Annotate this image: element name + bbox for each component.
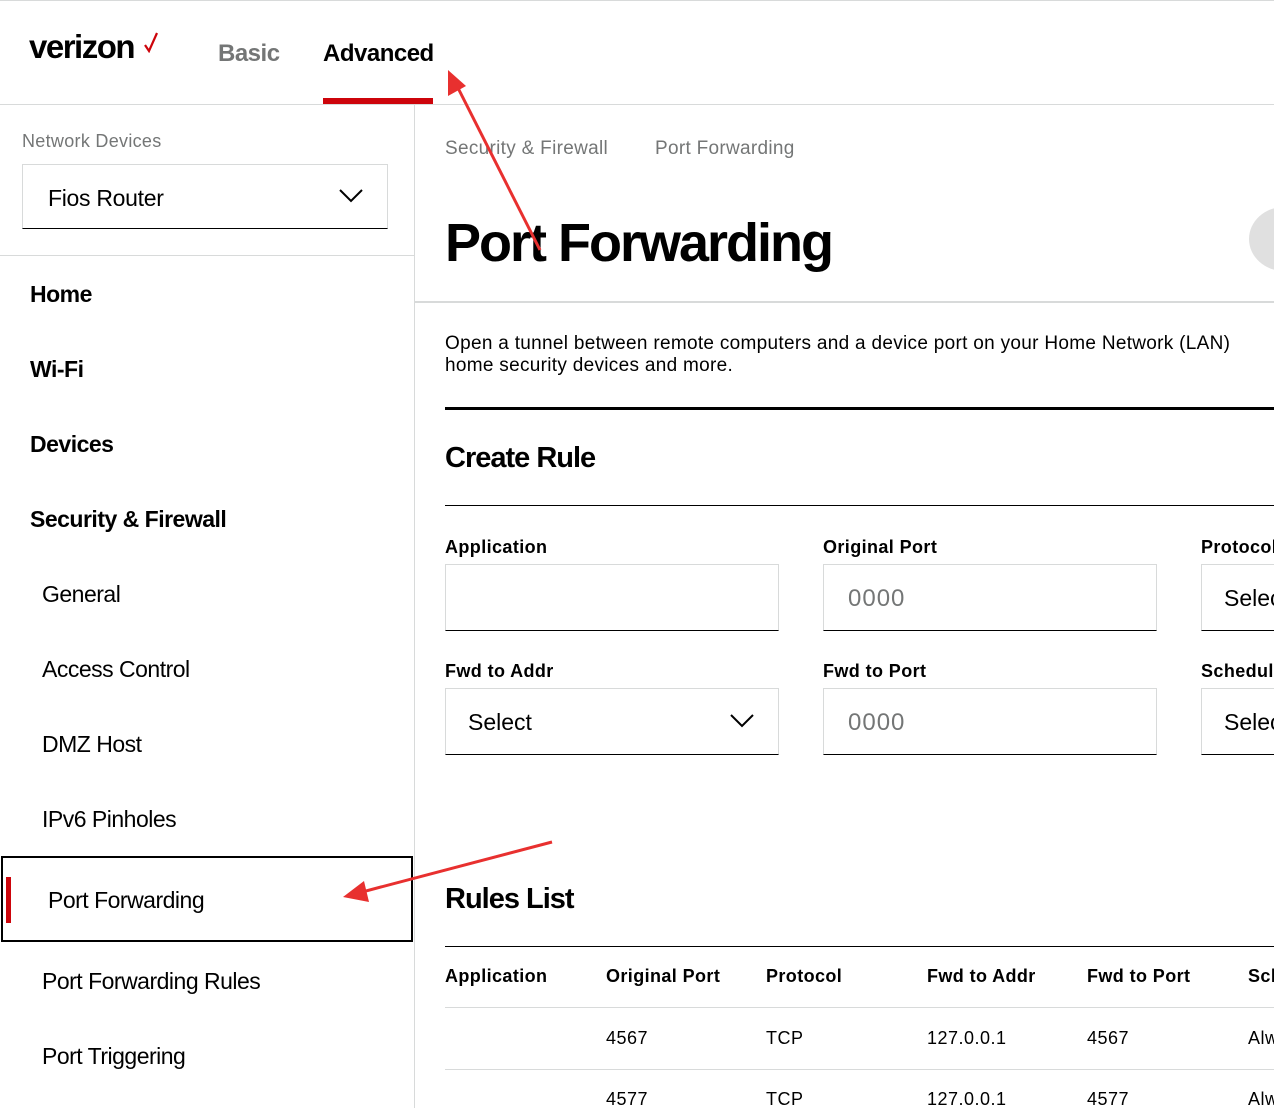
table-header-divider: [445, 1007, 1274, 1008]
sidebar-item-port-forwarding-rules[interactable]: Port Forwarding Rules: [42, 968, 261, 995]
chevron-down-icon: [339, 189, 363, 203]
column-header-schedule[interactable]: Schedule: [1248, 966, 1274, 987]
sidebar-item-ipv6-pinholes[interactable]: IPv6 Pinholes: [42, 806, 177, 833]
sidebar-item-port-triggering[interactable]: Port Triggering: [42, 1043, 186, 1070]
protocol-select-value: Select: [1224, 585, 1274, 611]
application-input[interactable]: [445, 564, 779, 631]
cell-fwd-to-port: 4567: [1087, 1028, 1130, 1048]
fwd-port-placeholder: 0000: [848, 709, 906, 736]
column-header-application[interactable]: Application: [445, 966, 547, 987]
device-select-value: Fios Router: [48, 185, 164, 211]
create-rule-title: Create Rule: [445, 442, 596, 474]
device-select[interactable]: Fios Router: [22, 164, 388, 229]
verizon-logo[interactable]: verizon: [29, 28, 159, 66]
sidebar-item-port-forwarding[interactable]: Port Forwarding: [48, 887, 205, 914]
breadcrumb-port-forwarding: Port Forwarding: [655, 138, 795, 159]
schedule-select[interactable]: Select: [1201, 688, 1274, 755]
title-divider: [415, 301, 1274, 303]
checkmark-icon: [144, 32, 159, 53]
fwd-port-input[interactable]: 0000: [823, 688, 1157, 755]
cell-protocol: TCP: [766, 1089, 804, 1109]
sidebar-item-wifi[interactable]: Wi-Fi: [30, 356, 84, 383]
sidebar-item-dmz-host[interactable]: DMZ Host: [42, 731, 142, 758]
column-header-fwd-to-addr[interactable]: Fwd to Addr: [927, 966, 1036, 987]
page-title: Port Forwarding: [445, 213, 834, 273]
sidebar-item-devices[interactable]: Devices: [30, 431, 114, 458]
sidebar-divider: [414, 105, 415, 1108]
cell-fwd-to-port: 4577: [1087, 1089, 1130, 1109]
original-port-label: Original Port: [823, 537, 938, 557]
original-port-input[interactable]: 0000: [823, 564, 1157, 631]
schedule-label: Schedule: [1201, 661, 1274, 681]
sidebar-item-general[interactable]: General: [42, 581, 121, 608]
column-header-original-port[interactable]: Original Port: [606, 966, 720, 987]
column-header-fwd-to-port[interactable]: Fwd to Port: [1087, 966, 1190, 987]
fwd-addr-select[interactable]: Select: [445, 688, 779, 755]
cell-schedule: Always: [1248, 1028, 1274, 1048]
create-rule-divider: [445, 505, 1274, 506]
cell-original-port: 4567: [606, 1028, 649, 1048]
protocol-select[interactable]: Select: [1201, 564, 1274, 631]
sidebar-item-home[interactable]: Home: [30, 281, 92, 308]
tab-basic[interactable]: Basic: [218, 40, 280, 68]
cell-original-port: 4577: [606, 1089, 649, 1109]
description-line-2: home security devices and more.: [445, 355, 734, 376]
sidebar-section-divider: [0, 255, 414, 256]
sidebar-item-access-control[interactable]: Access Control: [42, 656, 190, 683]
top-border: [0, 0, 1274, 1]
column-header-protocol[interactable]: Protocol: [766, 966, 842, 987]
tab-advanced[interactable]: Advanced: [323, 40, 434, 68]
page-description: Open a tunnel between remote computers a…: [445, 333, 1274, 377]
fwd-addr-label: Fwd to Addr: [445, 661, 554, 681]
protocol-label: Protocol: [1201, 537, 1274, 557]
header-divider: [0, 104, 1274, 105]
active-item-indicator: [6, 877, 11, 923]
section-divider: [445, 407, 1274, 410]
network-devices-label: Network Devices: [22, 131, 162, 151]
description-line-1: Open a tunnel between remote computers a…: [445, 333, 1231, 354]
chevron-down-icon: [730, 714, 754, 728]
breadcrumb-security-firewall[interactable]: Security & Firewall: [445, 138, 608, 160]
original-port-placeholder: 0000: [848, 585, 906, 612]
cell-schedule: Always: [1248, 1089, 1274, 1109]
rules-list-title: Rules List: [445, 883, 575, 915]
application-label: Application: [445, 537, 548, 557]
rules-list-divider: [445, 946, 1274, 947]
table-row-divider: [445, 1069, 1274, 1070]
help-button[interactable]: [1249, 207, 1274, 271]
fwd-port-label: Fwd to Port: [823, 661, 927, 681]
fwd-addr-select-value: Select: [468, 709, 532, 735]
cell-fwd-to-addr: 127.0.0.1: [927, 1028, 1007, 1048]
brand-name: verizon: [29, 28, 136, 65]
cell-fwd-to-addr: 127.0.0.1: [927, 1089, 1007, 1109]
sidebar-item-security-firewall[interactable]: Security & Firewall: [30, 506, 227, 533]
schedule-select-value: Select: [1224, 709, 1274, 735]
cell-protocol: TCP: [766, 1028, 804, 1048]
